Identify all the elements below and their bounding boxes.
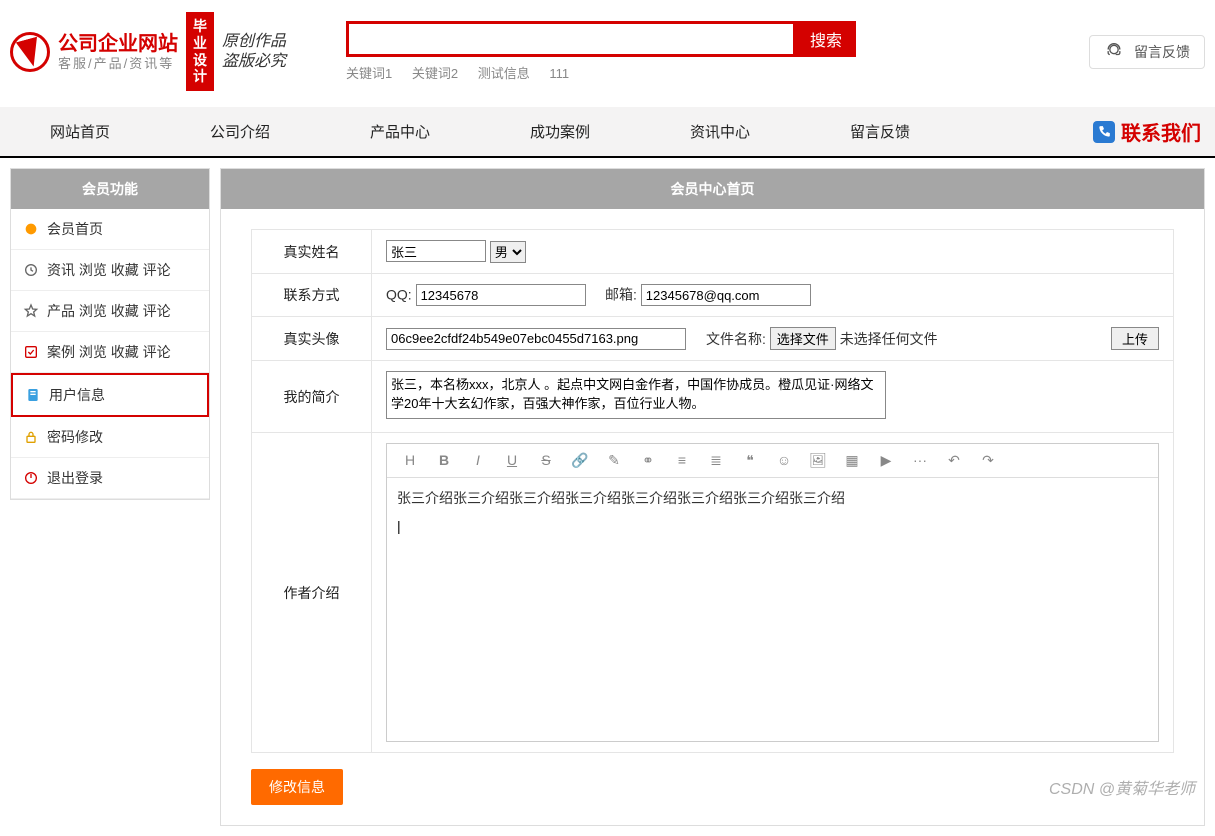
site-title: 公司企业网站 [58,32,178,56]
sidebar-title: 会员功能 [11,169,209,209]
tool-link-icon[interactable]: ⚭ [639,452,657,469]
feedback-label: 留言反馈 [1134,42,1190,62]
content: 会员中心首页 真实姓名 男 联系方式 QQ: [220,168,1205,826]
label-realname: 真实姓名 [252,230,372,274]
search-input[interactable] [346,21,796,57]
tool-redo-icon[interactable]: ↷ [979,452,997,469]
logo-badge: 毕业设计 [186,12,214,91]
feedback-link[interactable]: 留言反馈 [1089,35,1205,69]
tool-align-icon[interactable]: ≣ [707,452,725,469]
tool-strike-icon[interactable]: S [537,452,555,469]
qq-label: QQ: [386,287,412,303]
keyword-link[interactable]: 111 [549,66,569,81]
sidebar-item-news[interactable]: 资讯 浏览 收藏 评论 [11,250,209,291]
tool-italic-icon[interactable]: I [469,452,487,469]
tool-emoji-icon[interactable]: ☺ [775,452,793,469]
tool-highlight-icon[interactable]: ✎ [605,452,623,469]
search-block: 搜索 关键词1 关键词2 测试信息 111 [346,21,856,82]
tool-image-icon[interactable]: 🖼 [809,452,827,469]
power-icon [23,470,39,486]
tool-list-icon[interactable]: ≡ [673,452,691,469]
keyword-link[interactable]: 关键词2 [412,66,458,81]
realname-input[interactable] [386,240,486,262]
check-icon [23,344,39,360]
tool-more-icon[interactable]: ··· [911,452,929,469]
nav-feedback[interactable]: 留言反馈 [800,107,960,156]
contact-label: 联系我们 [1121,117,1201,146]
bio-textarea[interactable]: 张三，本名杨xxx，北京人 。起点中文网白金作者，中国作协成员。橙瓜见证·网络文… [386,371,886,419]
email-input[interactable] [641,284,811,306]
logo-block: 公司企业网站 客服/产品/资讯等 毕业设计 原创作品 盗版必究 [10,12,286,91]
star-icon [23,303,39,319]
editor-textarea[interactable]: | [387,508,1158,738]
editor-toolbar: H B I U S 🔗 ✎ ⚭ ≡ ≣ ❝ ☺ [387,444,1158,478]
no-file-text: 未选择任何文件 [840,331,938,347]
headset-icon [1104,42,1124,62]
upload-button[interactable]: 上传 [1111,327,1159,350]
sidebar-item-label: 退出登录 [47,468,103,488]
sidebar-item-password[interactable]: 密码修改 [11,417,209,458]
sidebar-item-cases[interactable]: 案例 浏览 收藏 评论 [11,332,209,373]
form-table: 真实姓名 男 联系方式 QQ: 邮箱: [251,229,1174,753]
gender-select[interactable]: 男 [490,241,526,263]
clock-icon [23,262,39,278]
navbar: 网站首页 公司介绍 产品中心 成功案例 资讯中心 留言反馈 联系我们 [0,107,1215,158]
phone-icon [1093,121,1115,143]
nav-products[interactable]: 产品中心 [320,107,480,156]
file-name-label: 文件名称: [706,331,766,347]
content-title: 会员中心首页 [221,169,1204,209]
tool-quote-icon[interactable]: ❝ [741,452,759,469]
qq-input[interactable] [416,284,586,306]
choose-file-button[interactable]: 选择文件 [770,327,836,350]
sidebar-item-logout[interactable]: 退出登录 [11,458,209,499]
nav-news[interactable]: 资讯中心 [640,107,800,156]
search-keywords: 关键词1 关键词2 测试信息 111 [346,63,856,82]
keyword-link[interactable]: 测试信息 [478,66,530,81]
nav-about[interactable]: 公司介绍 [160,107,320,156]
sidebar-item-home[interactable]: 会员首页 [11,209,209,250]
avatar-path-input[interactable] [386,328,686,350]
sidebar-item-label: 产品 浏览 收藏 评论 [47,301,171,321]
site-subtitle: 客服/产品/资讯等 [58,56,178,72]
label-author: 作者介绍 [252,433,372,753]
editor-content-text: 张三介绍张三介绍张三介绍张三介绍张三介绍张三介绍张三介绍张三介绍 [397,488,1148,508]
label-bio: 我的简介 [252,361,372,433]
tool-underline-icon[interactable]: U [503,452,521,469]
sidebar-item-label: 用户信息 [49,385,105,405]
sidebar-item-userinfo[interactable]: 用户信息 [11,373,209,417]
email-label: 邮箱: [605,287,637,303]
home-icon [23,221,39,237]
tool-table-icon[interactable]: ▦ [843,452,861,469]
header: 公司企业网站 客服/产品/资讯等 毕业设计 原创作品 盗版必究 搜索 关键词1 … [0,0,1215,97]
user-icon [25,387,41,403]
logo-slogan: 原创作品 盗版必究 [222,32,286,70]
tool-heading-icon[interactable]: H [401,452,419,469]
keyword-link[interactable]: 关键词1 [346,66,392,81]
label-contact: 联系方式 [252,274,372,317]
tool-video-icon[interactable]: ▶ [877,452,895,469]
sidebar: 会员功能 会员首页 资讯 浏览 收藏 评论 产品 浏览 收藏 评论 案例 浏览 … [10,168,210,500]
contact-us[interactable]: 联系我们 [1093,117,1215,146]
sidebar-item-label: 案例 浏览 收藏 评论 [47,342,171,362]
nav-cases[interactable]: 成功案例 [480,107,640,156]
nav-home[interactable]: 网站首页 [0,107,160,156]
sidebar-item-label: 密码修改 [47,427,103,447]
rich-editor: H B I U S 🔗 ✎ ⚭ ≡ ≣ ❝ ☺ [386,443,1159,742]
sidebar-item-label: 资讯 浏览 收藏 评论 [47,260,171,280]
sidebar-item-products[interactable]: 产品 浏览 收藏 评论 [11,291,209,332]
logo-text: 公司企业网站 客服/产品/资讯等 [58,32,178,72]
tool-attach-icon[interactable]: 🔗 [571,452,589,469]
search-button[interactable]: 搜索 [796,21,856,57]
sidebar-item-label: 会员首页 [47,219,103,239]
tool-undo-icon[interactable]: ↶ [945,452,963,469]
label-avatar: 真实头像 [252,317,372,361]
logo-icon [10,32,50,72]
lock-icon [23,429,39,445]
tool-bold-icon[interactable]: B [435,452,453,469]
submit-button[interactable]: 修改信息 [251,769,343,805]
